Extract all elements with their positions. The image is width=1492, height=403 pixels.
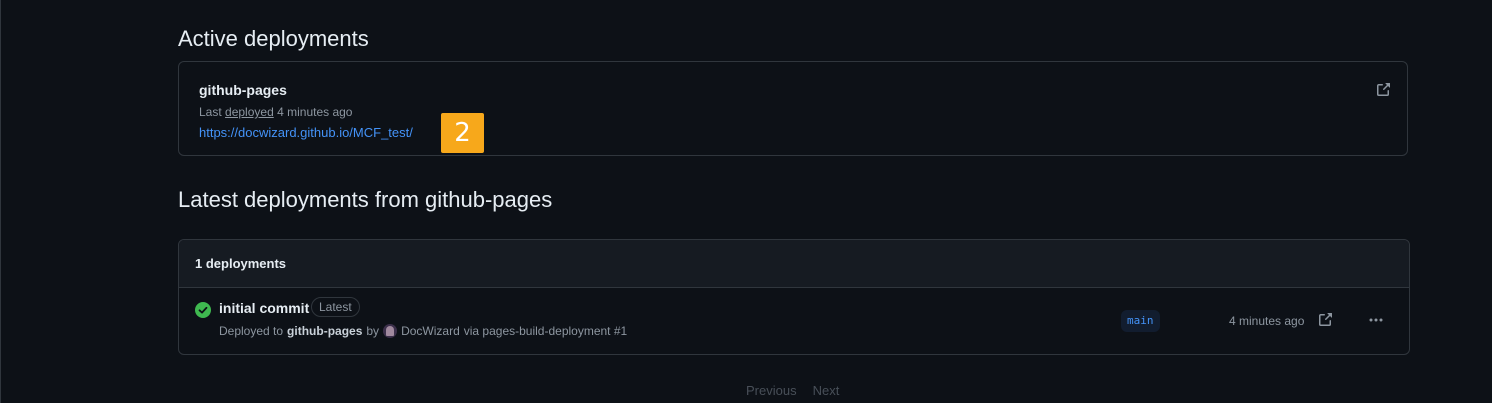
check-circle-fill-icon bbox=[195, 302, 211, 318]
deployments-count-header: 1 deployments bbox=[179, 240, 1409, 288]
by-label: by bbox=[366, 324, 380, 338]
deployments-list: 1 deployments initial commit Latest Depl… bbox=[178, 239, 1410, 355]
commit-title-link[interactable]: initial commit bbox=[219, 300, 309, 316]
environment-name: github-pages bbox=[199, 82, 287, 98]
previous-button[interactable]: Previous bbox=[746, 383, 797, 398]
next-button[interactable]: Next bbox=[813, 383, 840, 398]
active-deployments-title: Active deployments bbox=[178, 26, 369, 51]
page: Active deployments github-pages Last dep… bbox=[0, 0, 1492, 403]
annotation-number-badge: 2 bbox=[441, 113, 484, 153]
deployment-row: initial commit Latest Deployed to github… bbox=[179, 288, 1409, 354]
last-deployed-text: Last deployed 4 minutes ago bbox=[199, 105, 352, 119]
workflow-link[interactable]: via pages-build-deployment #1 bbox=[464, 324, 627, 338]
environment-url-link[interactable]: https://docwizard.github.io/MCF_test/ bbox=[199, 125, 413, 140]
deployed-link[interactable]: deployed bbox=[225, 105, 274, 119]
deployed-to-label: Deployed to bbox=[219, 324, 284, 338]
active-deployment-card: github-pages Last deployed 4 minutes ago… bbox=[178, 61, 1408, 156]
avatar[interactable] bbox=[383, 324, 398, 338]
last-prefix: Last bbox=[199, 105, 222, 119]
kebab-horizontal-icon[interactable] bbox=[1365, 312, 1387, 328]
deployment-time: 4 minutes ago bbox=[1229, 314, 1305, 328]
user-link[interactable]: DocWizard bbox=[401, 324, 460, 338]
latest-badge: Latest bbox=[311, 297, 360, 317]
link-external-icon[interactable] bbox=[1375, 82, 1391, 98]
pagination: Previous Next bbox=[746, 383, 839, 398]
branch-label[interactable]: main bbox=[1121, 310, 1160, 332]
latest-deployments-title: Latest deployments from github-pages bbox=[178, 187, 553, 212]
last-deployed-time: 4 minutes ago bbox=[277, 105, 353, 119]
environment-link[interactable]: github-pages bbox=[287, 324, 362, 338]
deployment-meta: Deployed to github-pages by DocWizard vi… bbox=[219, 324, 627, 338]
link-external-icon[interactable] bbox=[1317, 312, 1333, 328]
